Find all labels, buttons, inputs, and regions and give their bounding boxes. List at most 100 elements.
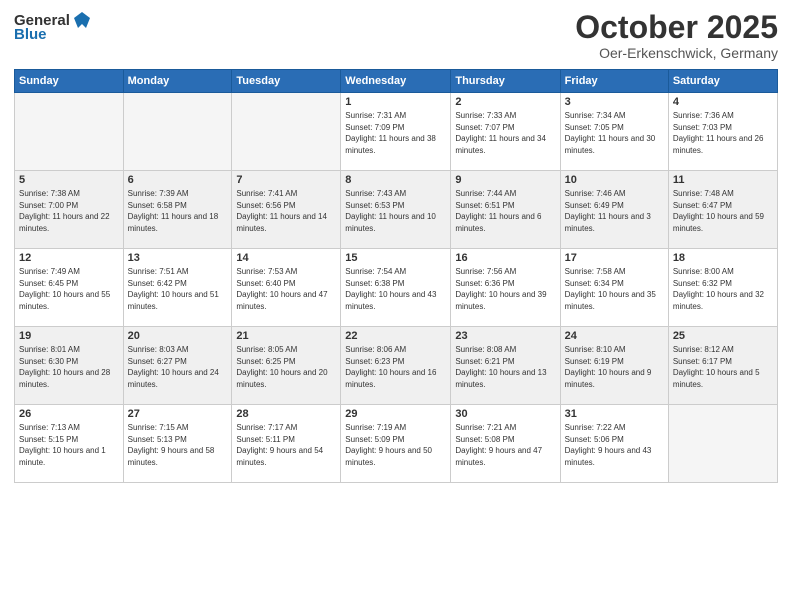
logo-blue-text: Blue [14,26,47,43]
day-info: Sunrise: 7:19 AM Sunset: 5:09 PM Dayligh… [345,422,446,468]
calendar-day-cell: 30Sunrise: 7:21 AM Sunset: 5:08 PM Dayli… [451,405,560,483]
day-info: Sunrise: 8:03 AM Sunset: 6:27 PM Dayligh… [128,344,228,390]
calendar-week-row: 1 Sunrise: 7:31 AM Sunset: 7:09 PM Daylig… [15,93,778,171]
day-number: 19 [19,330,119,342]
day-number: 17 [565,252,664,264]
calendar-day-cell: 26 Sunrise: 7:13 AM Sunset: 5:15 PM Dayli… [15,405,124,483]
header: General Blue October 2025 Oer-Erkenschwi… [14,10,778,61]
calendar-week-row: 26 Sunrise: 7:13 AM Sunset: 5:15 PM Dayli… [15,405,778,483]
calendar-day-cell: 8Sunrise: 7:43 AM Sunset: 6:53 PM Daylig… [341,171,451,249]
day-number: 6 [128,174,228,186]
calendar-day-cell: 22 Sunrise: 8:06 AM Sunset: 6:23 PM Dayli… [341,327,451,405]
calendar-page: General Blue October 2025 Oer-Erkenschwi… [0,0,792,612]
logo-icon [72,10,92,30]
calendar-day-cell: 17 Sunrise: 7:58 AM Sunset: 6:34 PM Dayli… [560,249,668,327]
day-number: 10 [565,174,664,186]
day-info: Sunrise: 7:43 AM Sunset: 6:53 PM Dayligh… [345,188,446,234]
location: Oer-Erkenschwick, Germany [575,45,778,61]
calendar-day-cell: 31 Sunrise: 7:22 AM Sunset: 5:06 PM Dayli… [560,405,668,483]
header-saturday: Saturday [668,70,777,93]
day-info: Sunrise: 8:10 AM Sunset: 6:19 PM Dayligh… [565,344,664,390]
day-info: Sunrise: 7:13 AM Sunset: 5:15 PM Dayligh… [19,422,119,468]
day-number: 15 [345,252,446,264]
day-number: 21 [236,330,336,342]
day-info: Sunrise: 7:44 AM Sunset: 6:51 PM Dayligh… [455,188,555,234]
calendar-day-cell [123,93,232,171]
day-number: 31 [565,408,664,420]
header-sunday: Sunday [15,70,124,93]
day-info: Sunrise: 8:00 AM Sunset: 6:32 PM Dayligh… [673,266,773,312]
calendar-day-cell: 11Sunrise: 7:48 AM Sunset: 6:47 PM Dayli… [668,171,777,249]
calendar-table: Sunday Monday Tuesday Wednesday Thursday… [14,69,778,483]
day-info: Sunrise: 7:49 AM Sunset: 6:45 PM Dayligh… [19,266,119,312]
day-number: 23 [455,330,555,342]
day-number: 14 [236,252,336,264]
header-wednesday: Wednesday [341,70,451,93]
day-info: Sunrise: 7:39 AM Sunset: 6:58 PM Dayligh… [128,188,228,234]
day-info: Sunrise: 7:54 AM Sunset: 6:38 PM Dayligh… [345,266,446,312]
calendar-day-cell: 25Sunrise: 8:12 AM Sunset: 6:17 PM Dayli… [668,327,777,405]
calendar-day-cell: 5 Sunrise: 7:38 AM Sunset: 7:00 PM Daylig… [15,171,124,249]
day-number: 7 [236,174,336,186]
day-info: Sunrise: 8:08 AM Sunset: 6:21 PM Dayligh… [455,344,555,390]
logo: General Blue [14,10,92,43]
day-number: 5 [19,174,119,186]
day-number: 27 [128,408,228,420]
calendar-day-cell [232,93,341,171]
calendar-week-row: 12 Sunrise: 7:49 AM Sunset: 6:45 PM Dayli… [15,249,778,327]
calendar-day-cell: 2Sunrise: 7:33 AM Sunset: 7:07 PM Daylig… [451,93,560,171]
day-number: 4 [673,96,773,108]
day-number: 2 [455,96,555,108]
calendar-day-cell: 7 Sunrise: 7:41 AM Sunset: 6:56 PM Daylig… [232,171,341,249]
day-number: 11 [673,174,773,186]
day-info: Sunrise: 7:53 AM Sunset: 6:40 PM Dayligh… [236,266,336,312]
calendar-week-row: 19Sunrise: 8:01 AM Sunset: 6:30 PM Dayli… [15,327,778,405]
day-number: 13 [128,252,228,264]
day-info: Sunrise: 7:34 AM Sunset: 7:05 PM Dayligh… [565,110,664,156]
calendar-day-cell: 3Sunrise: 7:34 AM Sunset: 7:05 PM Daylig… [560,93,668,171]
day-info: Sunrise: 7:56 AM Sunset: 6:36 PM Dayligh… [455,266,555,312]
day-number: 16 [455,252,555,264]
calendar-day-cell: 10Sunrise: 7:46 AM Sunset: 6:49 PM Dayli… [560,171,668,249]
calendar-day-cell: 15 Sunrise: 7:54 AM Sunset: 6:38 PM Dayli… [341,249,451,327]
day-number: 28 [236,408,336,420]
days-header-row: Sunday Monday Tuesday Wednesday Thursday… [15,70,778,93]
calendar-day-cell: 28Sunrise: 7:17 AM Sunset: 5:11 PM Dayli… [232,405,341,483]
day-number: 25 [673,330,773,342]
header-monday: Monday [123,70,232,93]
calendar-day-cell: 21 Sunrise: 8:05 AM Sunset: 6:25 PM Dayli… [232,327,341,405]
calendar-day-cell: 14 Sunrise: 7:53 AM Sunset: 6:40 PM Dayli… [232,249,341,327]
calendar-day-cell: 19Sunrise: 8:01 AM Sunset: 6:30 PM Dayli… [15,327,124,405]
calendar-day-cell: 9 Sunrise: 7:44 AM Sunset: 6:51 PM Daylig… [451,171,560,249]
calendar-day-cell: 18 Sunrise: 8:00 AM Sunset: 6:32 PM Dayli… [668,249,777,327]
calendar-day-cell: 23 Sunrise: 8:08 AM Sunset: 6:21 PM Dayli… [451,327,560,405]
day-info: Sunrise: 7:22 AM Sunset: 5:06 PM Dayligh… [565,422,664,468]
day-info: Sunrise: 7:15 AM Sunset: 5:13 PM Dayligh… [128,422,228,468]
header-thursday: Thursday [451,70,560,93]
day-info: Sunrise: 7:41 AM Sunset: 6:56 PM Dayligh… [236,188,336,234]
calendar-day-cell: 24 Sunrise: 8:10 AM Sunset: 6:19 PM Dayli… [560,327,668,405]
day-info: Sunrise: 7:58 AM Sunset: 6:34 PM Dayligh… [565,266,664,312]
calendar-day-cell: 16 Sunrise: 7:56 AM Sunset: 6:36 PM Dayli… [451,249,560,327]
day-info: Sunrise: 8:05 AM Sunset: 6:25 PM Dayligh… [236,344,336,390]
day-number: 12 [19,252,119,264]
day-info: Sunrise: 7:38 AM Sunset: 7:00 PM Dayligh… [19,188,119,234]
day-number: 24 [565,330,664,342]
day-number: 1 [345,96,446,108]
day-info: Sunrise: 7:36 AM Sunset: 7:03 PM Dayligh… [673,110,773,156]
day-number: 26 [19,408,119,420]
header-friday: Friday [560,70,668,93]
calendar-day-cell: 20Sunrise: 8:03 AM Sunset: 6:27 PM Dayli… [123,327,232,405]
day-number: 30 [455,408,555,420]
calendar-day-cell: 6 Sunrise: 7:39 AM Sunset: 6:58 PM Daylig… [123,171,232,249]
calendar-day-cell: 12 Sunrise: 7:49 AM Sunset: 6:45 PM Dayli… [15,249,124,327]
day-number: 9 [455,174,555,186]
day-number: 22 [345,330,446,342]
calendar-day-cell: 13 Sunrise: 7:51 AM Sunset: 6:42 PM Dayli… [123,249,232,327]
day-number: 29 [345,408,446,420]
day-info: Sunrise: 8:06 AM Sunset: 6:23 PM Dayligh… [345,344,446,390]
day-info: Sunrise: 7:51 AM Sunset: 6:42 PM Dayligh… [128,266,228,312]
day-info: Sunrise: 7:31 AM Sunset: 7:09 PM Dayligh… [345,110,446,156]
calendar-day-cell [668,405,777,483]
day-number: 18 [673,252,773,264]
